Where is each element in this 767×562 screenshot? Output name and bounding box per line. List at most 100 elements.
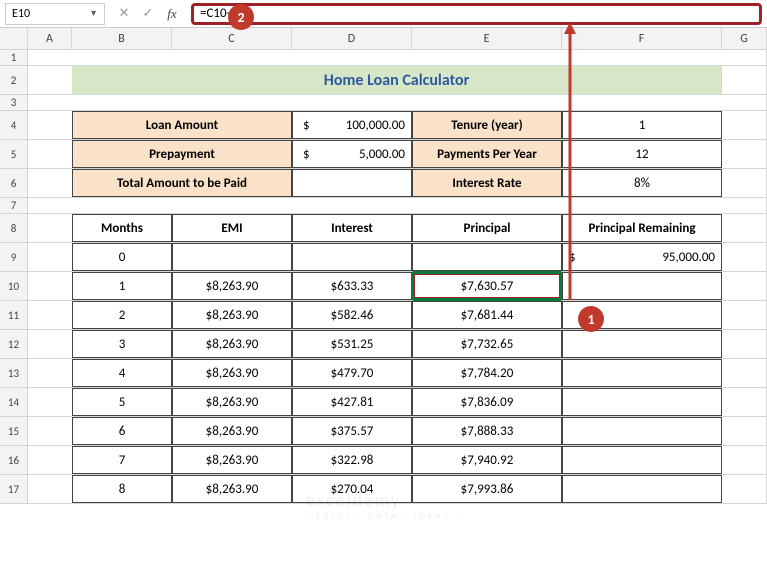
cell[interactable] xyxy=(722,388,767,416)
row-header[interactable]: 14 xyxy=(0,388,28,416)
cell-principal[interactable]: $7,630.57 xyxy=(412,272,562,300)
select-all-corner[interactable] xyxy=(0,28,28,49)
cell[interactable] xyxy=(292,95,412,110)
cell[interactable] xyxy=(722,140,767,168)
row-header[interactable]: 1 xyxy=(0,50,28,65)
row-header[interactable]: 3 xyxy=(0,95,28,110)
loan-amount-value[interactable]: $ 100,000.00 xyxy=(292,111,412,139)
cell[interactable] xyxy=(722,417,767,445)
cell-months[interactable]: 5 xyxy=(72,388,172,416)
header-remaining[interactable]: Principal Remaining xyxy=(562,214,722,242)
rate-value[interactable]: 8% xyxy=(562,169,722,197)
tenure-label[interactable]: Tenure (year) xyxy=(412,111,562,139)
cell-interest[interactable]: $479.70 xyxy=(292,359,412,387)
cell[interactable] xyxy=(28,272,72,300)
cell-months[interactable]: 6 xyxy=(72,417,172,445)
cell[interactable] xyxy=(28,446,72,474)
cell[interactable] xyxy=(28,475,72,503)
cell[interactable] xyxy=(722,301,767,329)
cell[interactable] xyxy=(412,50,562,65)
cell-emi[interactable]: $8,263.90 xyxy=(172,475,292,503)
cell[interactable] xyxy=(28,111,72,139)
cell-months[interactable]: 2 xyxy=(72,301,172,329)
header-principal[interactable]: Principal xyxy=(412,214,562,242)
cell-months[interactable]: 3 xyxy=(72,330,172,358)
cell-principal[interactable]: $7,940.92 xyxy=(412,446,562,474)
cell-interest[interactable]: $322.98 xyxy=(292,446,412,474)
cell[interactable] xyxy=(28,301,72,329)
cell[interactable] xyxy=(722,198,767,213)
cell[interactable] xyxy=(292,50,412,65)
cell-emi[interactable]: $8,263.90 xyxy=(172,330,292,358)
cell-emi[interactable]: $8,263.90 xyxy=(172,301,292,329)
cell-principal[interactable]: $7,993.86 xyxy=(412,475,562,503)
cell-remaining[interactable] xyxy=(562,272,722,300)
cell-remaining[interactable] xyxy=(562,417,722,445)
cell[interactable] xyxy=(562,50,722,65)
cell[interactable] xyxy=(28,388,72,416)
cell-interest[interactable] xyxy=(292,243,412,271)
cell-interest[interactable]: $531.25 xyxy=(292,330,412,358)
cell[interactable] xyxy=(72,198,172,213)
row-header[interactable]: 2 xyxy=(0,66,28,94)
loan-amount-label[interactable]: Loan Amount xyxy=(72,111,292,139)
cell-emi[interactable] xyxy=(172,243,292,271)
cell-remaining[interactable] xyxy=(562,359,722,387)
cell[interactable] xyxy=(28,50,72,65)
cell-interest[interactable]: $375.57 xyxy=(292,417,412,445)
row-header[interactable]: 8 xyxy=(0,214,28,242)
col-header-d[interactable]: D xyxy=(292,28,412,49)
cell-emi[interactable]: $8,263.90 xyxy=(172,388,292,416)
header-months[interactable]: Months xyxy=(72,214,172,242)
cell-principal[interactable]: $7,681.44 xyxy=(412,301,562,329)
ppy-label[interactable]: Payments Per Year xyxy=(412,140,562,168)
cell[interactable] xyxy=(28,417,72,445)
cell-months[interactable]: 1 xyxy=(72,272,172,300)
cell-emi[interactable]: $8,263.90 xyxy=(172,272,292,300)
cell[interactable] xyxy=(28,66,72,94)
row-header[interactable]: 15 xyxy=(0,417,28,445)
name-box[interactable]: E10 ▼ xyxy=(5,3,105,25)
cell-principal[interactable]: $7,732.65 xyxy=(412,330,562,358)
cell-remaining[interactable]: $95,000.00 xyxy=(562,243,722,271)
cell[interactable] xyxy=(28,198,72,213)
cell[interactable] xyxy=(722,272,767,300)
cell[interactable] xyxy=(722,330,767,358)
header-interest[interactable]: Interest xyxy=(292,214,412,242)
col-header-c[interactable]: C xyxy=(172,28,292,49)
cell-months[interactable]: 0 xyxy=(72,243,172,271)
col-header-f[interactable]: F xyxy=(562,28,722,49)
cell[interactable] xyxy=(722,95,767,110)
col-header-g[interactable]: G xyxy=(722,28,767,49)
cell[interactable] xyxy=(72,50,172,65)
prepayment-value[interactable]: $ 5,000.00 xyxy=(292,140,412,168)
cell[interactable] xyxy=(28,140,72,168)
formula-input[interactable]: =C10-D10 xyxy=(191,3,762,25)
fx-icon[interactable]: fx xyxy=(161,3,183,25)
total-paid-label[interactable]: Total Amount to be Paid xyxy=(72,169,292,197)
dropdown-icon[interactable]: ▼ xyxy=(89,8,98,19)
col-header-a[interactable]: A xyxy=(28,28,72,49)
cell-remaining[interactable] xyxy=(562,330,722,358)
cell[interactable] xyxy=(172,50,292,65)
cell[interactable] xyxy=(722,359,767,387)
cell-remaining[interactable] xyxy=(562,475,722,503)
cell[interactable] xyxy=(28,169,72,197)
tenure-value[interactable]: 1 xyxy=(562,111,722,139)
col-header-b[interactable]: B xyxy=(72,28,172,49)
cell-principal[interactable] xyxy=(412,243,562,271)
cell[interactable] xyxy=(412,95,562,110)
cell-emi[interactable]: $8,263.90 xyxy=(172,417,292,445)
cell[interactable] xyxy=(722,169,767,197)
row-header[interactable]: 7 xyxy=(0,198,28,213)
cell-remaining[interactable] xyxy=(562,388,722,416)
cell[interactable] xyxy=(28,243,72,271)
ppy-value[interactable]: 12 xyxy=(562,140,722,168)
cell-interest[interactable]: $582.46 xyxy=(292,301,412,329)
total-paid-value[interactable] xyxy=(292,169,412,197)
cell-months[interactable]: 4 xyxy=(72,359,172,387)
cell-principal[interactable]: $7,888.33 xyxy=(412,417,562,445)
cell[interactable] xyxy=(722,66,767,94)
cell-emi[interactable]: $8,263.90 xyxy=(172,359,292,387)
cell[interactable] xyxy=(28,214,72,242)
